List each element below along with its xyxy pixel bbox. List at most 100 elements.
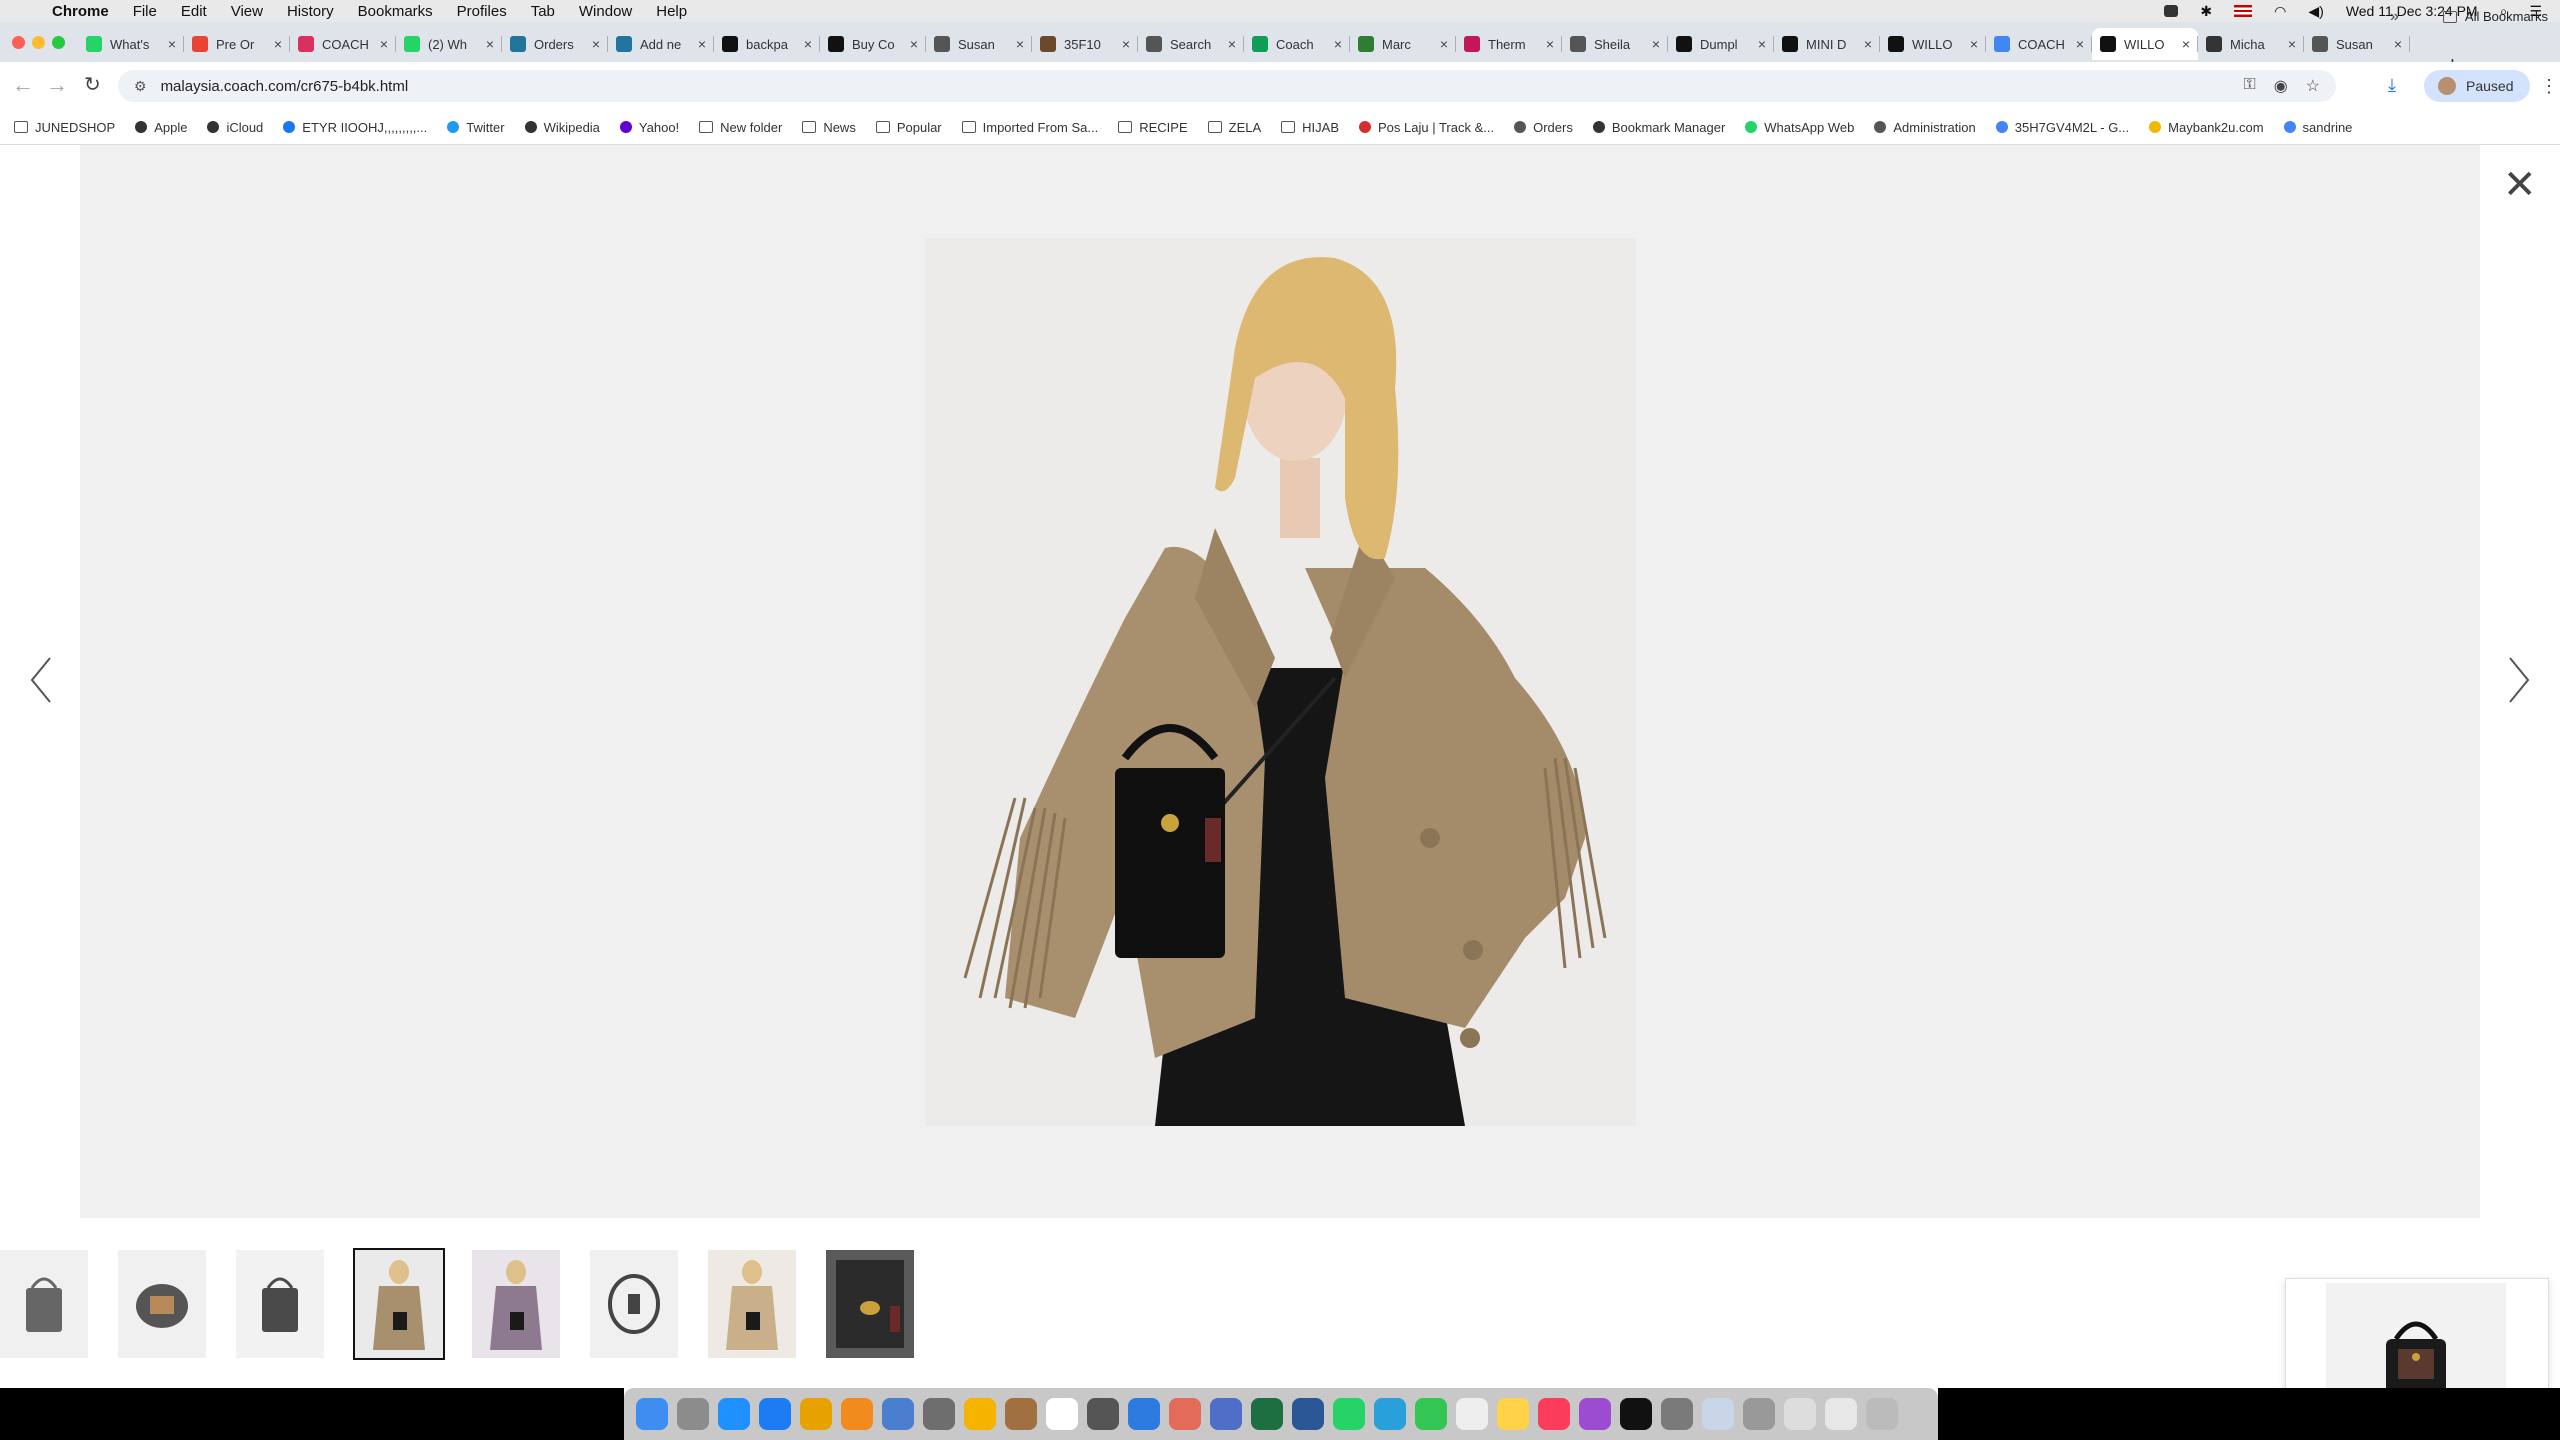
bookmark-item[interactable]: sandrine <box>2283 120 2352 135</box>
tab[interactable]: 35F10 × <box>1032 28 1138 60</box>
bookmark-item[interactable]: Orders <box>1514 120 1573 135</box>
tab[interactable]: backpa × <box>714 28 820 60</box>
whatsapp-icon[interactable] <box>1333 1398 1365 1430</box>
status-app-icon[interactable] <box>2164 5 2179 17</box>
wifi-icon[interactable]: ◠ <box>2274 3 2286 20</box>
chrome-menu-icon[interactable]: ⋮ <box>2540 76 2558 97</box>
calendar-icon[interactable] <box>1046 1398 1078 1430</box>
tab[interactable]: WILLO × <box>1880 28 1986 60</box>
close-icon[interactable]: ✕ <box>2503 165 2537 205</box>
tab-close-icon[interactable]: × <box>592 36 600 52</box>
tab[interactable]: Add ne × <box>608 28 714 60</box>
bookmark-item[interactable]: Yahoo! <box>619 120 679 135</box>
script-icon[interactable] <box>1784 1398 1816 1430</box>
menu-help[interactable]: Help <box>656 3 687 20</box>
bluetooth-icon[interactable]: ✱ <box>2200 3 2212 20</box>
photos-app-icon[interactable] <box>1169 1398 1201 1430</box>
tab[interactable]: Micha × <box>2198 28 2304 60</box>
tab[interactable]: (2) Wh × <box>396 28 502 60</box>
thumbnail-model-beige-coat[interactable] <box>708 1250 796 1358</box>
chrome-icon[interactable] <box>800 1398 832 1430</box>
books-icon[interactable] <box>841 1398 873 1430</box>
menu-app-name[interactable]: Chrome <box>52 3 109 20</box>
excel-icon[interactable] <box>1251 1398 1283 1430</box>
menu-bookmarks[interactable]: Bookmarks <box>358 3 433 20</box>
bookmark-item[interactable]: Popular <box>875 120 942 135</box>
trash-icon[interactable] <box>1866 1398 1898 1430</box>
tab[interactable]: MINI D × <box>1774 28 1880 60</box>
bookmark-item[interactable]: Twitter <box>447 120 505 135</box>
reload-button[interactable]: ↻ <box>84 72 101 97</box>
preview-icon[interactable] <box>882 1398 914 1430</box>
menu-file[interactable]: File <box>133 3 157 20</box>
bookmark-star-icon[interactable]: ☆ <box>2306 76 2320 96</box>
tracking-protection-icon[interactable]: ◉ <box>2274 76 2288 96</box>
bookmark-item[interactable]: ZELA <box>1207 120 1261 135</box>
tab-close-icon[interactable]: × <box>1440 36 1448 52</box>
bookmark-item[interactable]: iCloud <box>207 120 263 135</box>
tab-close-icon[interactable]: × <box>2182 36 2190 52</box>
tab[interactable]: Sheila × <box>1562 28 1668 60</box>
telegram-icon[interactable] <box>1374 1398 1406 1430</box>
volume-icon[interactable]: ◀) <box>2308 3 2323 20</box>
tab-close-icon[interactable]: × <box>380 36 388 52</box>
notes-icon[interactable] <box>1005 1398 1037 1430</box>
photos-booth-icon[interactable] <box>923 1398 955 1430</box>
xcode-icon[interactable] <box>1128 1398 1160 1430</box>
previous-image-arrow-icon[interactable] <box>26 650 56 710</box>
tab-close-icon[interactable]: × <box>486 36 494 52</box>
window-close-button[interactable] <box>12 36 25 49</box>
tab[interactable]: COACH × <box>290 28 396 60</box>
site-info-icon[interactable]: ⚙ <box>134 78 147 95</box>
screenshot-icon[interactable] <box>1087 1398 1119 1430</box>
tab-close-icon[interactable]: × <box>2288 36 2296 52</box>
tab[interactable]: Coach × <box>1244 28 1350 60</box>
tab-close-icon[interactable]: × <box>1652 36 1660 52</box>
tab-close-icon[interactable]: × <box>698 36 706 52</box>
podcasts-icon[interactable] <box>1579 1398 1611 1430</box>
window-zoom-button[interactable] <box>52 36 65 49</box>
tab-close-icon[interactable]: × <box>1864 36 1872 52</box>
tab-close-icon[interactable]: × <box>168 36 176 52</box>
notes-yellow-icon[interactable] <box>1497 1398 1529 1430</box>
window-minimize-button[interactable] <box>32 36 45 49</box>
tab-close-icon[interactable]: × <box>274 36 282 52</box>
input-source-flag-icon[interactable] <box>2234 5 2253 17</box>
facetime-icon[interactable] <box>1415 1398 1447 1430</box>
back-button[interactable]: ← <box>12 72 34 98</box>
system-settings-icon[interactable] <box>1661 1398 1693 1430</box>
tab[interactable]: Therm × <box>1456 28 1562 60</box>
menu-profiles[interactable]: Profiles <box>457 3 507 20</box>
music-icon[interactable] <box>1538 1398 1570 1430</box>
bookmark-item[interactable]: New folder <box>699 120 782 135</box>
password-key-icon[interactable]: ⚿ <box>2244 76 2256 96</box>
menu-tab[interactable]: Tab <box>531 3 555 20</box>
tab[interactable]: Marc × <box>1350 28 1456 60</box>
tab[interactable]: Susan × <box>926 28 1032 60</box>
bookmarks-overflow-icon[interactable]: » <box>2390 8 2399 26</box>
bookmark-item[interactable]: 35H7GV4M2L - G... <box>1995 120 2129 135</box>
thumbnail-tote-top[interactable] <box>590 1250 678 1358</box>
profile-button[interactable]: Paused <box>2424 70 2530 102</box>
bookmark-item[interactable]: Bookmark Manager <box>1592 120 1725 135</box>
apple-tv-icon[interactable] <box>1620 1398 1652 1430</box>
utilities-icon[interactable] <box>1743 1398 1775 1430</box>
finder-icon[interactable] <box>636 1398 668 1430</box>
menu-window[interactable]: Window <box>579 3 632 20</box>
tab[interactable]: Orders × <box>502 28 608 60</box>
download-icon[interactable]: ⤓ <box>2388 75 2396 96</box>
tab-close-icon[interactable]: × <box>1228 36 1236 52</box>
tab-close-icon[interactable]: × <box>1122 36 1130 52</box>
tab-close-icon[interactable]: × <box>2076 36 2084 52</box>
address-bar[interactable]: ⚙ malaysia.coach.com/cr675-b4bk.html ⚿ ◉… <box>118 70 2336 102</box>
bookmark-item[interactable]: Administration <box>1874 120 1976 135</box>
tab[interactable]: COACH × <box>1986 28 2092 60</box>
forward-button[interactable]: → <box>46 72 68 98</box>
bookmark-item[interactable]: Pos Laju | Track &... <box>1359 120 1494 135</box>
tab[interactable]: Susan × <box>2304 28 2410 60</box>
bookmark-item[interactable]: Imported From Sa... <box>961 120 1098 135</box>
all-bookmarks-button[interactable]: All Bookmarks <box>2442 9 2548 24</box>
thumbnail-model-plaid-coat[interactable] <box>472 1250 560 1358</box>
bookmark-item[interactable]: WhatsApp Web <box>1745 120 1854 135</box>
bookmark-item[interactable]: RECIPE <box>1118 120 1188 135</box>
